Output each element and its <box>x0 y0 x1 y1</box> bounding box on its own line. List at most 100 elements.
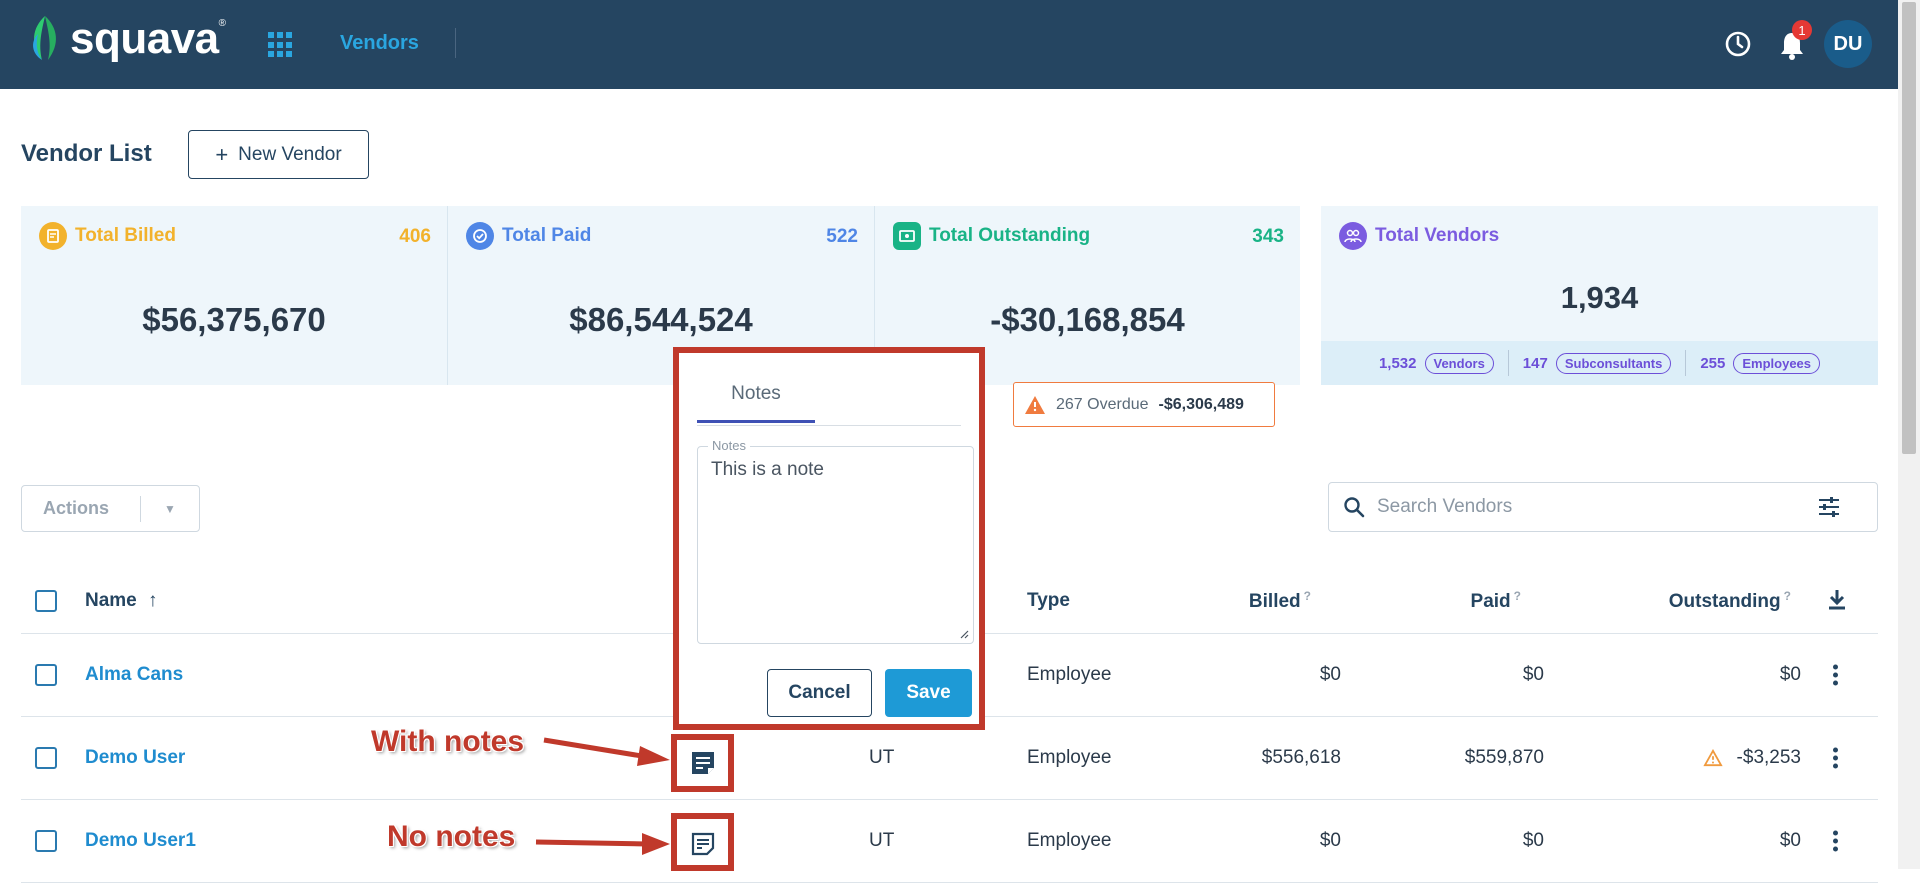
subconsultants-pill: Subconsultants <box>1555 352 1672 374</box>
vendors-breakdown: 1,532 Vendors 147 Subconsultants 255 Emp… <box>1321 341 1878 385</box>
stats-row: Total Billed 406 $56,375,670 Total Paid … <box>21 206 1300 385</box>
subconsultants-count-item[interactable]: 147 Subconsultants <box>1523 352 1672 374</box>
vendor-name-link[interactable]: Demo User <box>85 747 185 769</box>
row-checkbox[interactable] <box>35 747 57 769</box>
nav-divider <box>455 28 456 58</box>
annotation-no-notes: No notes <box>387 820 516 853</box>
billed-header-label: Billed <box>1248 590 1301 612</box>
name-column-header[interactable]: Name ↑ <box>85 590 158 612</box>
brand-name: squava <box>70 14 219 63</box>
people-icon <box>1339 222 1367 250</box>
vendor-outstanding-cell: -$3,253 <box>1571 747 1801 769</box>
warning-icon <box>1702 749 1723 767</box>
vendor-state: UT <box>869 830 895 851</box>
search-input[interactable] <box>1377 496 1817 518</box>
total-billed-label: Total Billed <box>75 225 176 246</box>
nav-vendors-link[interactable]: Vendors <box>340 32 419 55</box>
paid-column-header[interactable]: Paid? <box>1351 588 1521 612</box>
breakdown-divider <box>1507 350 1509 376</box>
row-menu-icon[interactable] <box>1833 747 1838 769</box>
user-avatar[interactable]: DU <box>1824 20 1872 68</box>
vendors-pill: Vendors <box>1424 352 1494 374</box>
total-vendors-label: Total Vendors <box>1375 225 1500 246</box>
actions-label: Actions <box>43 498 110 518</box>
vendors-count-item[interactable]: 1,532 Vendors <box>1379 352 1494 374</box>
total-vendors-value: 1,934 <box>1560 280 1639 315</box>
help-icon[interactable]: ? <box>1514 588 1521 602</box>
employees-count-item[interactable]: 255 Employees <box>1700 352 1821 374</box>
total-billed-value: $56,375,670 <box>142 301 326 338</box>
breakdown-divider <box>1685 350 1687 376</box>
help-icon[interactable]: ? <box>1784 588 1791 602</box>
chevron-down-icon[interactable]: ▼ <box>141 502 199 516</box>
top-bar: squava ® Vendors 1 DU <box>0 0 1898 89</box>
total-paid-count: 522 <box>826 226 858 247</box>
row-menu-icon[interactable] <box>1833 664 1838 686</box>
notes-field-label: Notes <box>708 438 750 453</box>
billed-column-header[interactable]: Billed? <box>1141 588 1311 612</box>
note-filled-icon[interactable] <box>689 749 717 777</box>
name-header-label: Name <box>85 589 137 611</box>
total-outstanding-count: 343 <box>1252 226 1284 247</box>
vendor-name-link[interactable]: Demo User1 <box>85 830 196 852</box>
notes-text-value[interactable]: This is a note <box>711 459 824 481</box>
apps-grid-icon[interactable] <box>268 32 294 58</box>
warning-icon <box>1025 395 1045 414</box>
help-icon[interactable]: ? <box>1304 588 1311 602</box>
employees-pill: Employees <box>1733 352 1821 374</box>
search-icon <box>1344 497 1365 518</box>
vendor-outstanding: $0 <box>1779 830 1801 851</box>
annotation-with-notes: With notes <box>371 725 525 758</box>
vendor-paid: $559,870 <box>1464 747 1544 768</box>
row-menu-icon[interactable] <box>1833 830 1838 852</box>
annotation-arrow <box>535 833 670 855</box>
total-billed-card[interactable]: Total Billed 406 $56,375,670 <box>21 206 447 385</box>
total-outstanding-label: Total Outstanding <box>929 225 1091 246</box>
leaf-logo-icon <box>33 16 56 60</box>
page-title: Vendor List <box>21 140 152 167</box>
tab-underline-divider <box>697 425 961 426</box>
check-circle-icon <box>466 222 494 250</box>
plus-icon: + <box>215 141 229 167</box>
cancel-button[interactable]: Cancel <box>767 669 872 717</box>
new-vendor-label: New Vendor <box>238 143 342 165</box>
total-outstanding-value: -$30,168,854 <box>990 301 1185 338</box>
type-column-header[interactable]: Type <box>1027 590 1070 612</box>
clock-icon[interactable] <box>1724 30 1752 58</box>
brand-logo[interactable]: squava ® <box>28 14 226 64</box>
registered-mark: ® <box>218 17 227 29</box>
sort-arrow-up-icon: ↑ <box>148 589 158 611</box>
total-vendors-card[interactable]: Total Vendors 1,934 1,532 Vendors 147 Su… <box>1321 206 1878 385</box>
resize-handle-icon[interactable] <box>959 629 969 639</box>
select-all-checkbox[interactable] <box>35 589 57 612</box>
vendor-type: Employee <box>1027 830 1112 851</box>
total-paid-value: $86,544,524 <box>569 301 753 338</box>
save-button[interactable]: Save <box>885 669 972 717</box>
row-checkbox[interactable] <box>35 664 57 686</box>
vendor-name-link[interactable]: Alma Cans <box>85 664 183 686</box>
note-empty-icon[interactable] <box>689 830 717 858</box>
filter-sliders-icon[interactable] <box>1817 496 1841 518</box>
cash-icon <box>893 222 921 250</box>
vendor-state: UT <box>869 747 895 768</box>
annotation-arrow <box>543 737 670 766</box>
row-checkbox[interactable] <box>35 830 57 852</box>
vendor-billed: $0 <box>1319 664 1341 685</box>
outstanding-header-label: Outstanding <box>1668 590 1781 612</box>
outstanding-column-header[interactable]: Outstanding? <box>1571 588 1791 612</box>
page-scrollbar[interactable] <box>1898 0 1920 869</box>
scrollbar-thumb[interactable] <box>1902 2 1916 454</box>
tab-notes[interactable]: Notes <box>697 383 815 423</box>
vendor-type: Employee <box>1027 747 1112 768</box>
new-vendor-button[interactable]: + New Vendor <box>188 130 369 179</box>
vendor-outstanding: $0 <box>1779 664 1801 685</box>
vendor-type: Employee <box>1027 664 1112 685</box>
search-box[interactable] <box>1328 482 1878 532</box>
employees-count: 255 <box>1700 354 1726 372</box>
table-row[interactable]: Demo User1 UT Employee $0 $0 $0 <box>21 800 1878 883</box>
paid-header-label: Paid <box>1470 590 1511 612</box>
notes-textarea[interactable]: Notes This is a note <box>697 438 974 644</box>
actions-dropdown[interactable]: Actions ▼ <box>21 485 200 532</box>
overdue-badge[interactable]: 267 Overdue -$6,306,489 <box>1013 382 1275 427</box>
download-icon[interactable] <box>1827 588 1847 612</box>
